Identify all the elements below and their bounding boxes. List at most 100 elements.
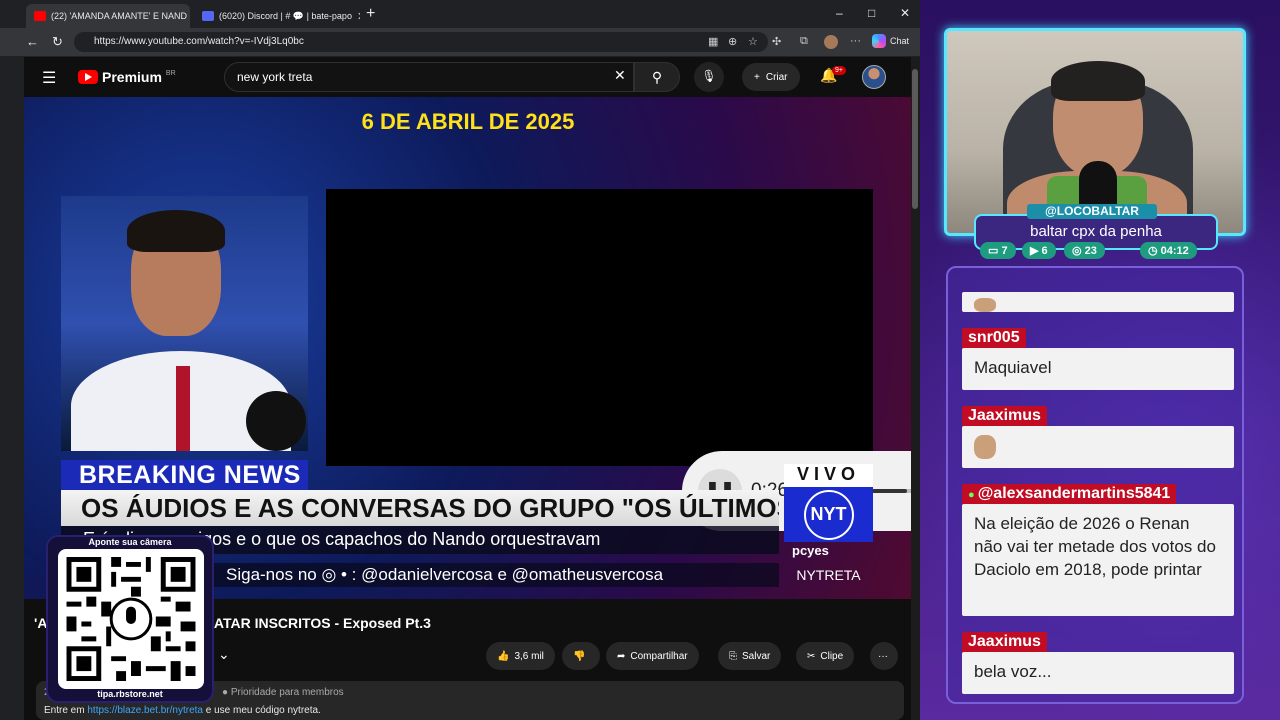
maximize-button[interactable]: □ [868, 6, 875, 20]
copilot-icon [872, 34, 886, 48]
new-tab-button[interactable]: + [366, 5, 375, 23]
dot-icon: ● [222, 687, 231, 698]
clip-label: Clipe [820, 650, 844, 662]
zoom-icon[interactable]: ⊕ [728, 35, 737, 48]
tab-discord[interactable]: (6020) Discord | # 💬 | bate-papo ✕ [194, 4, 360, 28]
chat-message: bela voz... [962, 652, 1234, 694]
clip-button[interactable]: ✂ Clipe [796, 642, 855, 670]
share-icon: ➦ [617, 650, 626, 662]
qr-code [58, 549, 204, 689]
members-priority-label: Prioridade para membros [230, 687, 344, 698]
search-button[interactable]: ⚲ [634, 62, 680, 92]
desc-pre: Entre em [44, 705, 88, 716]
more-icon: ··· [878, 650, 888, 662]
tab-title: (22) 'AMANDA AMANTE' E NAND [51, 11, 187, 21]
news-headline: OS ÁUDIOS E AS CONVERSAS DO GRUPO "OS ÚL… [61, 490, 779, 526]
streamer-handle: @LOCOBALTAR [1027, 204, 1157, 219]
minimize-button[interactable]: – [836, 6, 843, 20]
clear-search-icon[interactable]: ✕ [614, 67, 626, 84]
chat-panel: snr005 Maquiavel Jaaximus ● @alexsanderm… [946, 266, 1244, 704]
menu-icon[interactable]: ☰ [42, 68, 56, 88]
profile-avatar[interactable] [824, 35, 838, 49]
more-menu-icon[interactable]: ··· [850, 35, 861, 47]
stream-title-text: baltar cpx da penha [1030, 223, 1162, 240]
avatar-emote [974, 434, 996, 459]
twitch-viewers: ▭ 7 [980, 242, 1016, 259]
qr-code-overlay: Aponte sua câmera tipa.rbstore.net [46, 535, 214, 703]
dislike-button[interactable]: 👎 [562, 642, 600, 670]
account-avatar[interactable] [862, 65, 886, 89]
chat-label: Chat [890, 36, 910, 46]
close-tab-icon[interactable]: ✕ [357, 10, 360, 23]
qr-code-image [66, 557, 196, 681]
clock-icon: ◷ [1148, 245, 1161, 257]
like-count: 3,6 mil [514, 650, 544, 662]
scrollbar[interactable] [911, 57, 920, 720]
seek-progress [872, 489, 907, 493]
chat-username: Jaaximus [962, 632, 1047, 654]
twitch-icon: ▭ [988, 245, 1002, 257]
like-button[interactable]: 👍 3,6 mil [486, 642, 555, 670]
youtube-viewer-count: 6 [1041, 245, 1048, 257]
chat-message: Maquiavel [962, 348, 1234, 390]
save-button[interactable]: ⎘ Salvar [718, 642, 782, 670]
collections-icon[interactable]: ⧉ [800, 35, 808, 48]
chat-message: Na eleição de 2026 o Renan não vai ter m… [962, 504, 1234, 616]
brand-label: Premium [102, 69, 162, 85]
plus-icon: + [754, 71, 760, 83]
chat-message [962, 426, 1234, 468]
scrollbar-thumb[interactable] [912, 69, 918, 209]
chevron-down-icon[interactable]: ⌄ [218, 646, 230, 663]
description-text: Entre em https://blaze.bet.br/nytreta e … [44, 705, 321, 716]
youtube-header: ☰ Premium BR new york treta ✕ ⚲ 🎙 + Criar… [24, 57, 912, 97]
video-date: 6 DE ABRIL DE 2025 [361, 109, 575, 134]
stream-timer: ◷ 04:12 [1140, 242, 1197, 259]
reload-icon[interactable]: ↻ [52, 34, 63, 50]
chat-username: snr005 [962, 328, 1026, 350]
tab-youtube[interactable]: (22) 'AMANDA AMANTE' E NAND ✕ [26, 4, 190, 28]
back-icon[interactable]: ← [26, 34, 39, 49]
apps-icon[interactable]: ▦ [708, 35, 718, 48]
youtube-play-icon [78, 70, 98, 84]
close-window-button[interactable]: ✕ [900, 6, 910, 20]
sponsor-logo: pcyes [792, 543, 829, 558]
region-label: BR [165, 69, 176, 77]
video-frame[interactable]: 6 DE ABRIL DE 2025 ❚❚ 0:26 / 1:28 🔊 ⋮ BR… [24, 97, 920, 599]
thumbs-up-icon: 👍 [497, 650, 510, 662]
youtube-icon: ▶ [1030, 245, 1042, 257]
search-icon: ⚲ [651, 69, 663, 85]
qr-url: tipa.rbstore.net [97, 689, 163, 699]
tab-bar: (22) 'AMANDA AMANTE' E NAND ✕ (6020) Dis… [0, 0, 920, 28]
address-bar: ← ↻ https://www.youtube.com/watch?v=-IVd… [0, 28, 920, 56]
kick-viewers: ◎ 23 [1064, 242, 1105, 259]
create-button[interactable]: + Criar [742, 63, 800, 91]
youtube-logo[interactable]: Premium BR [78, 69, 176, 85]
qr-label: Aponte sua câmera [88, 537, 172, 547]
youtube-favicon-icon [34, 11, 46, 21]
tab-title: (6020) Discord | # 💬 | bate-papo [219, 10, 352, 21]
description-link[interactable]: https://blaze.bet.br/nytreta [87, 705, 203, 716]
avatar-emote [974, 297, 996, 312]
microphone-image [246, 391, 306, 451]
youtube-viewers: ▶ 6 [1022, 242, 1056, 259]
microphone-icon: 🎙 [701, 69, 717, 83]
thumbs-down-icon: 👎 [573, 650, 586, 662]
live-label: VIVO [784, 464, 873, 487]
more-actions-button[interactable]: ··· [870, 642, 898, 670]
url-field[interactable]: https://www.youtube.com/watch?v=-IVdj3Lq… [74, 32, 768, 52]
channel-logo: NYT [784, 487, 873, 542]
search-input[interactable]: new york treta [224, 62, 634, 92]
audio-player[interactable]: ❚❚ 0:26 / 1:28 🔊 ⋮ [326, 189, 920, 531]
kick-icon: ◎ [1072, 245, 1085, 257]
kick-viewer-count: 23 [1084, 245, 1097, 257]
favorite-star-icon[interactable]: ☆ [748, 35, 758, 48]
breaking-news-label: BREAKING NEWS [61, 460, 308, 490]
share-button[interactable]: ➦ Compartilhar [606, 642, 699, 670]
extensions-icon[interactable]: ✣ [772, 35, 781, 48]
members-priority: ● Prioridade para membros [222, 687, 344, 698]
copilot-chat-button[interactable]: Chat [872, 34, 909, 48]
voice-search-button[interactable]: 🎙 [694, 62, 724, 92]
share-label: Compartilhar [630, 650, 688, 662]
badge-icon: ● [968, 489, 978, 501]
create-label: Criar [765, 71, 788, 83]
